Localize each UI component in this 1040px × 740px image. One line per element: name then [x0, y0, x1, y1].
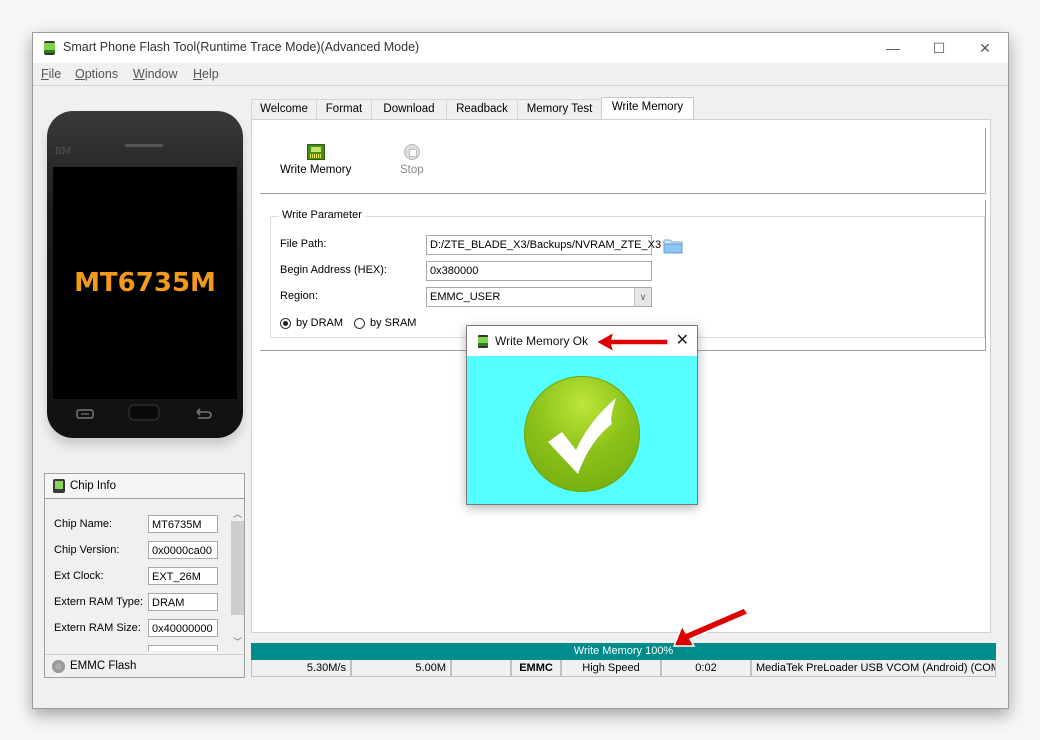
extern-ram-size-label: Extern RAM Size: — [54, 622, 141, 634]
dialog-title: Write Memory Ok — [495, 334, 589, 348]
begin-address-label: Begin Address (HEX): — [280, 264, 387, 276]
phone-speaker — [125, 144, 163, 147]
phone-screen: MT6735M — [53, 167, 237, 399]
annotation-arrow-progress-icon — [672, 607, 750, 647]
file-path-label: File Path: — [280, 238, 327, 250]
region-label: Region: — [280, 290, 318, 302]
chip-info-icon — [53, 479, 65, 493]
success-check-icon — [524, 376, 640, 492]
close-button[interactable]: ✕ — [962, 33, 1008, 63]
radio-dram-indicator — [280, 317, 291, 329]
radio-by-dram[interactable]: by DRAM — [280, 317, 343, 329]
tab-welcome[interactable]: Welcome — [251, 99, 317, 119]
chip-name-field[interactable]: MT6735M — [148, 515, 218, 533]
chip-name-label: Chip Name: — [54, 518, 113, 530]
chip-version-label: Chip Version: — [54, 544, 120, 556]
phone-image: BM MT6735M — [47, 111, 243, 438]
app-icon — [44, 41, 55, 55]
emmc-flash-label: EMMC Flash — [70, 660, 137, 672]
back-key-icon — [196, 408, 212, 419]
chip-info-header[interactable]: Chip Info — [45, 474, 244, 499]
extern-ram-size-field[interactable]: 0x40000000 — [148, 619, 218, 637]
radio-sram-label: by SRAM — [370, 317, 417, 329]
stop-icon — [403, 144, 420, 160]
dialog-body — [467, 356, 697, 504]
menu-help-label: elp — [202, 67, 219, 81]
region-select-value: EMMC_USER — [430, 291, 501, 303]
status-usb-speed: High Speed — [561, 660, 661, 677]
radio-by-sram[interactable]: by SRAM — [354, 317, 416, 329]
maximize-button[interactable]: ☐ — [916, 33, 962, 63]
extern-ram-type-field[interactable]: DRAM — [148, 593, 218, 611]
menu-window-accel: W — [133, 67, 145, 81]
memory-chip-icon — [306, 144, 325, 160]
radio-sram-indicator — [354, 317, 365, 329]
chip-info-scrollbar[interactable]: ︿ ﹀ — [231, 507, 244, 651]
menu-window-label: indow — [144, 67, 178, 81]
write-memory-button[interactable]: Write Memory — [280, 144, 351, 176]
menu-window[interactable]: Window — [133, 67, 177, 81]
status-speed: 5.30M/s — [251, 660, 351, 677]
menu-bar: File Options Window Help — [33, 63, 1008, 86]
menu-file[interactable]: File — [41, 67, 61, 81]
ext-clock-label: Ext Clock: — [54, 570, 104, 582]
chip-info-title: Chip Info — [70, 480, 117, 492]
chip-info-panel: Chip Info Chip Name: MT6735M Chip Versio… — [44, 473, 245, 678]
scroll-down-icon[interactable]: ﹀ — [231, 635, 244, 647]
tab-format[interactable]: Format — [316, 99, 372, 119]
window-title: Smart Phone Flash Tool(Runtime Trace Mod… — [63, 40, 420, 54]
home-key-icon — [128, 404, 160, 421]
menu-options-label: ptions — [84, 67, 119, 81]
menu-file-accel: F — [41, 67, 49, 81]
write-parameter-title: Write Parameter — [279, 209, 365, 221]
dialog-app-icon — [478, 335, 488, 348]
annotation-arrow-title-icon — [594, 330, 669, 354]
phone-brand: BM — [55, 147, 71, 157]
gear-icon — [52, 660, 65, 673]
menu-help-accel: H — [193, 67, 203, 81]
tab-readback[interactable]: Readback — [446, 99, 518, 119]
toolbar: Write Memory Stop — [260, 128, 986, 194]
ext-clock-field[interactable]: EXT_26M — [148, 567, 218, 585]
tab-memory-test[interactable]: Memory Test — [517, 99, 602, 119]
dialog-close-button[interactable]: ✕ — [676, 330, 689, 350]
status-time: 0:02 — [661, 660, 751, 677]
chevron-down-icon[interactable]: ∨ — [634, 288, 651, 306]
write-memory-button-label: Write Memory — [280, 164, 352, 176]
chip-version-field[interactable]: 0x0000ca00 — [148, 541, 218, 559]
phone-chip-label: MT6735M — [74, 268, 216, 298]
menu-help[interactable]: Help — [193, 67, 219, 81]
tab-write-memory[interactable]: Write Memory — [601, 97, 694, 120]
status-port: MediaTek PreLoader USB VCOM (Android) (C… — [751, 660, 996, 677]
minimize-button[interactable]: — — [870, 33, 916, 63]
emmc-flash-section[interactable]: EMMC Flash — [45, 654, 244, 678]
begin-address-input[interactable]: 0x380000 — [426, 261, 652, 281]
status-size: 5.00M — [351, 660, 451, 677]
menu-options[interactable]: Options — [75, 67, 118, 81]
tab-download[interactable]: Download — [371, 99, 447, 119]
region-select[interactable]: EMMC_USER ∨ — [426, 287, 652, 307]
status-empty — [451, 660, 511, 677]
status-storage: EMMC — [511, 660, 561, 677]
extern-ram-type-label: Extern RAM Type: — [54, 596, 144, 608]
status-bar: 5.30M/s 5.00M EMMC High Speed 0:02 Media… — [251, 660, 996, 677]
progress-bar: Write Memory 100% — [251, 643, 996, 660]
stop-button-label: Stop — [400, 164, 424, 176]
menu-options-accel: O — [75, 67, 85, 81]
menu-file-label: ile — [48, 67, 62, 81]
file-path-input[interactable]: D:/ZTE_BLADE_X3/Backups/NVRAM_ZTE_X3 — [426, 235, 661, 255]
progress-text: Write Memory 100% — [573, 645, 674, 657]
scroll-thumb[interactable] — [231, 521, 244, 615]
checkmark-icon — [548, 398, 616, 474]
radio-dram-label: by DRAM — [296, 317, 344, 329]
title-bar: Smart Phone Flash Tool(Runtime Trace Mod… — [33, 33, 1008, 63]
scroll-up-icon[interactable]: ︿ — [231, 507, 244, 519]
stop-button[interactable]: Stop — [400, 144, 424, 176]
chip-field-partial — [148, 645, 218, 651]
write-parameter-group: Write Parameter File Path: D:/ZTE_BLADE_… — [270, 209, 985, 338]
menu-key-icon — [76, 409, 94, 419]
folder-icon[interactable] — [663, 237, 683, 254]
